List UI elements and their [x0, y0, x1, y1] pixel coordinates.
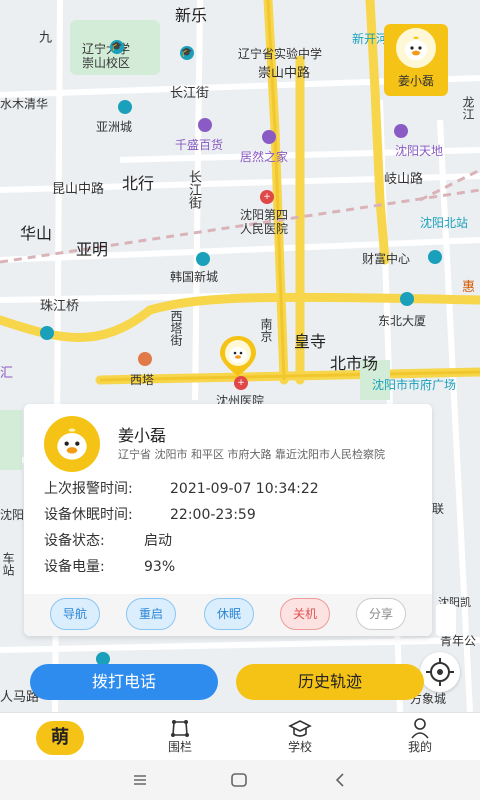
navigate-button[interactable]: 导航: [50, 598, 100, 630]
map-label-hanguo: 韩国新城: [170, 270, 219, 284]
graduation-cap-icon: [288, 720, 312, 737]
map-label-kunshan: 昆山中路: [52, 182, 105, 197]
info-row: 设备状态: 启动: [44, 530, 172, 550]
mall-poi-icon[interactable]: [394, 124, 408, 138]
map-label-jiujie-text: 九: [36, 30, 51, 43]
card-avatar-circle: [44, 416, 100, 472]
map-label-yazhou: 亚洲城: [96, 120, 133, 134]
tab-school-label: 学校: [287, 740, 312, 754]
tab-fence[interactable]: 围栏: [132, 713, 228, 761]
info-value: 22:00-23:59: [170, 507, 256, 523]
info-row: 上次报警时间: 2021-09-07 10:34:22: [44, 478, 319, 498]
info-value: 启动: [144, 533, 172, 549]
back-icon[interactable]: [334, 772, 346, 788]
map-label-shuimu: 水木清华: [0, 97, 49, 111]
map-label-chezhan: 车站: [1, 552, 15, 576]
map-label-xinle: 新乐: [175, 6, 208, 25]
duck-icon: [405, 36, 427, 60]
map-label-shenyang4: 沈阳第四 人民医院: [240, 208, 289, 236]
duck-icon: [57, 428, 87, 460]
map-label-lianyi: 联: [432, 502, 445, 516]
share-button[interactable]: 分享: [356, 598, 406, 630]
map-label-qiansheng: 千盛百货: [175, 138, 224, 152]
card-avatar: [44, 416, 100, 476]
info-key: 上次报警时间:: [44, 481, 133, 497]
locate-button[interactable]: [420, 652, 460, 692]
map-label-xinkai: 新开河: [352, 32, 389, 46]
school-poi-icon[interactable]: 🎓: [180, 46, 194, 60]
map-label-qishan: 岐山路: [384, 172, 424, 187]
home-tab-icon: 萌: [36, 721, 84, 755]
map-label-zhujiang: 珠江桥: [40, 299, 80, 314]
building-poi-icon[interactable]: [196, 252, 210, 266]
map-label-shenyangbei: 沈阳北站: [420, 216, 469, 230]
map-label-xita: 西塔: [130, 373, 155, 387]
map-control[interactable]: [436, 604, 456, 636]
map-label-caifu: 财富中心: [362, 252, 411, 266]
tab-home[interactable]: 萌: [12, 713, 108, 761]
bottom-tab-bar: 萌 围栏 学校 我的: [0, 712, 480, 761]
map-label-shenyangtiandi: 沈阳天地: [395, 144, 444, 158]
map-label-lnexp: 辽宁省实验中学: [238, 47, 323, 61]
info-key: 设备休眠时间:: [44, 507, 133, 523]
food-poi-icon[interactable]: [138, 352, 152, 366]
map-label-beixing: 北行: [122, 174, 155, 193]
mall-poi-icon[interactable]: [198, 118, 212, 132]
map-label-changjiangjie-v: 长江街: [186, 170, 201, 209]
system-navigation-bar: [0, 760, 480, 800]
info-key: 设备电量:: [44, 559, 105, 575]
mall-poi-icon[interactable]: [262, 130, 276, 144]
map-label-hui: 惠: [462, 280, 476, 295]
history-track-button[interactable]: 历史轨迹: [236, 664, 424, 700]
device-marker-card[interactable]: 姜小磊: [384, 24, 448, 96]
map-label-dongbei: 东北大厦: [378, 314, 427, 328]
hospital-poi-icon[interactable]: +: [234, 376, 248, 390]
shutdown-button[interactable]: 关机: [280, 598, 330, 630]
map-label-huashan: 华山: [20, 224, 53, 243]
map-label-yali: 亚明: [76, 240, 109, 259]
device-location-pin[interactable]: [218, 334, 258, 378]
info-value: 93%: [144, 559, 176, 575]
map-label-jurazhijia: 居然之家: [240, 150, 289, 164]
call-button[interactable]: 拨打电话: [30, 664, 218, 700]
card-action-bar: 导航 重启 休眠 关机 分享: [24, 594, 432, 636]
map-label-changjiang: 长江街: [170, 86, 210, 101]
map-label-longjiang: 龙江: [461, 96, 475, 120]
marker-name: 姜小磊: [397, 74, 434, 88]
map-label-yuanhang: 沈阳: [0, 508, 25, 522]
tab-mine[interactable]: 我的: [372, 713, 468, 761]
device-address: 辽宁省 沈阳市 和平区 市府大路 靠近沈阳市人民检察院: [118, 448, 385, 461]
building-poi-icon[interactable]: [428, 250, 442, 264]
map-label-fusheng: 沈阳市市府广场: [372, 378, 457, 392]
user-icon: [411, 718, 429, 739]
map-label-jiujie: 九: [36, 30, 51, 43]
tab-mine-label: 我的: [407, 740, 432, 754]
recent-apps-icon[interactable]: [132, 772, 148, 788]
info-key: 设备状态:: [44, 533, 105, 549]
info-value: 2021-09-07 10:34:22: [170, 481, 319, 497]
hospital-poi-icon[interactable]: +: [260, 190, 274, 204]
fence-icon: [171, 720, 189, 737]
building-poi-icon[interactable]: [400, 292, 414, 306]
map-label-chongshan: 崇山中路: [258, 66, 311, 81]
tab-school[interactable]: 学校: [252, 713, 348, 761]
location-pin-icon: [220, 336, 256, 376]
sleep-button[interactable]: 休眠: [204, 598, 254, 630]
map-label-huai: 汇: [0, 366, 14, 381]
map-label-nanjing: 南京: [259, 318, 273, 342]
building-poi-icon[interactable]: [40, 326, 54, 340]
crosshair-icon: [426, 658, 454, 686]
map-label-xita-st: 西塔街: [169, 310, 183, 346]
device-avatar: [396, 28, 436, 68]
home-icon[interactable]: [230, 772, 248, 788]
restart-button[interactable]: 重启: [126, 598, 176, 630]
map-label-beishichang: 北市场: [330, 354, 379, 373]
tab-fence-label: 围栏: [167, 740, 192, 754]
map-label-huangsi: 皇寺: [294, 332, 327, 351]
school-poi-icon[interactable]: 🎓: [110, 40, 124, 54]
info-row: 设备休眠时间: 22:00-23:59: [44, 504, 256, 524]
info-row: 设备电量: 93%: [44, 556, 175, 576]
shop-poi-icon[interactable]: [118, 100, 132, 114]
device-name: 姜小磊: [118, 426, 167, 445]
